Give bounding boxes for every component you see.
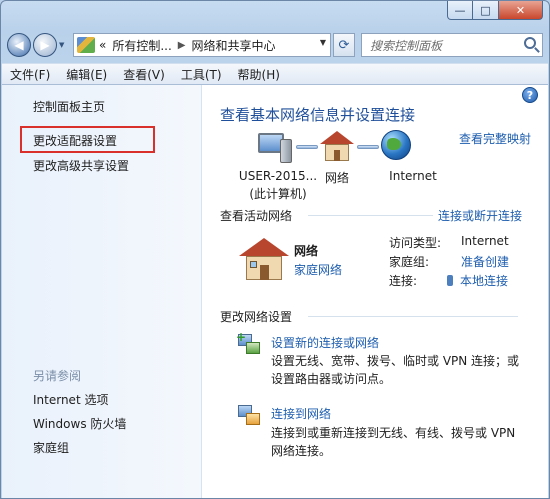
address-dropdown-icon[interactable]: ▼ <box>320 38 326 47</box>
menu-help[interactable]: 帮助(H) <box>238 66 280 83</box>
connect-to-network-desc-2: 网络连接。 <box>271 444 332 458</box>
menu-tools[interactable]: 工具(T) <box>181 66 222 83</box>
back-button[interactable]: ◀ <box>7 33 31 57</box>
page-title: 查看基本网络信息并设置连接 <box>220 106 416 124</box>
sidebar: 控制面板主页 更改适配器设置 更改高级共享设置 另请参阅 Internet 选项… <box>2 85 202 498</box>
local-connection-label[interactable]: 本地连接 <box>460 274 508 288</box>
refresh-icon: ⟳ <box>338 37 350 53</box>
connect-to-network-icon <box>238 405 260 425</box>
see-full-map-link[interactable]: 查看完整映射 <box>459 130 531 147</box>
control-panel-icon <box>77 37 95 53</box>
caption-buttons: — □ ✕ <box>447 1 543 20</box>
menu-file[interactable]: 文件(F) <box>10 66 50 83</box>
network-sharing-center-window: — □ ✕ ◀ ▶ ▼ « 所有控制... ▶ 网络和共享中心 ▼ ⟳ 搜索控制… <box>0 0 550 499</box>
access-type-label: 访问类型: <box>389 236 442 250</box>
see-also-heading: 另请参阅 <box>33 369 82 383</box>
back-arrow-icon: ◀ <box>14 38 24 52</box>
refresh-button[interactable]: ⟳ <box>333 33 355 57</box>
divider <box>308 215 433 216</box>
setup-new-connection-desc-2: 设置路由器或访问点。 <box>271 372 392 386</box>
forward-button[interactable]: ▶ <box>33 33 57 57</box>
connect-to-network-link[interactable]: 连接到网络 <box>271 405 331 422</box>
computer-icon <box>258 133 294 163</box>
main-panel: ? 查看基本网络信息并设置连接 查看完整映射 USER-2015... (此计算… <box>203 85 548 498</box>
breadcrumb-all-control-panel[interactable]: 所有控制... <box>112 37 171 54</box>
computer-sublabel: (此计算机) <box>249 187 307 201</box>
network-name: 网络 <box>294 244 319 258</box>
active-networks-heading: 查看活动网络 <box>220 209 293 223</box>
network-map-label: 网络 <box>324 171 349 185</box>
setup-new-connection-desc-1: 设置无线、宽带、拨号、临时或 VPN 连接；或 <box>271 354 520 368</box>
change-settings-heading: 更改网络设置 <box>220 310 293 324</box>
content-area: 控制面板主页 更改适配器设置 更改高级共享设置 另请参阅 Internet 选项… <box>2 85 548 498</box>
menu-view[interactable]: 查看(V) <box>123 66 165 83</box>
recent-pages-dropdown[interactable]: ▼ <box>59 41 69 49</box>
close-button[interactable]: ✕ <box>499 1 543 20</box>
sidebar-item-advanced-sharing[interactable]: 更改高级共享设置 <box>33 157 129 174</box>
address-bar[interactable]: « 所有控制... ▶ 网络和共享中心 ▼ <box>73 33 331 57</box>
connection-line <box>296 145 318 149</box>
connection-label: 连接: <box>389 274 418 288</box>
network-type-link[interactable]: 家庭网络 <box>294 261 342 278</box>
computer-name-label: USER-2015... <box>238 169 318 183</box>
navigation-bar: ◀ ▶ ▼ « 所有控制... ▶ 网络和共享中心 ▼ ⟳ 搜索控制面板 <box>7 31 543 59</box>
search-input[interactable]: 搜索控制面板 <box>361 33 543 57</box>
local-connection-link[interactable]: 本地连接 <box>447 272 508 289</box>
sidebar-item-change-adapter-settings[interactable]: 更改适配器设置 <box>33 132 117 149</box>
menu-edit[interactable]: 编辑(E) <box>66 66 107 83</box>
internet-map-label: Internet <box>389 169 437 183</box>
minimize-button[interactable]: — <box>447 1 473 20</box>
new-connection-icon: + <box>236 330 260 354</box>
connect-to-network-desc-1: 连接到或重新连接到无线、有线、拨号或 VPN <box>271 426 516 440</box>
see-also-internet-options[interactable]: Internet 选项 <box>33 391 108 408</box>
access-type-value: Internet <box>461 234 509 248</box>
connection-line <box>357 145 379 149</box>
network-adapter-icon <box>447 275 453 286</box>
see-also-homegroup[interactable]: 家庭组 <box>33 439 69 456</box>
breadcrumb-separator-icon[interactable]: ▶ <box>178 40 186 51</box>
connect-disconnect-link[interactable]: 连接或断开连接 <box>438 207 522 224</box>
forward-arrow-icon: ▶ <box>40 38 50 52</box>
sidebar-item-control-panel-home[interactable]: 控制面板主页 <box>33 98 105 115</box>
search-icon[interactable] <box>524 37 536 49</box>
maximize-button[interactable]: □ <box>473 1 499 20</box>
see-also-windows-firewall[interactable]: Windows 防火墙 <box>33 415 126 432</box>
divider <box>308 316 518 317</box>
address-root-marker[interactable]: « <box>99 38 106 52</box>
menu-bar: 文件(F) 编辑(E) 查看(V) 工具(T) 帮助(H) <box>2 63 548 85</box>
home-network-icon <box>239 238 289 280</box>
setup-new-connection-link[interactable]: 设置新的连接或网络 <box>271 334 379 351</box>
search-placeholder: 搜索控制面板 <box>370 38 443 53</box>
homegroup-link[interactable]: 准备创建 <box>461 253 509 270</box>
breadcrumb-network-center[interactable]: 网络和共享中心 <box>192 37 276 54</box>
help-icon[interactable]: ? <box>522 87 538 103</box>
homegroup-label: 家庭组: <box>389 255 430 269</box>
internet-globe-icon <box>381 130 411 160</box>
network-house-icon <box>320 131 354 161</box>
